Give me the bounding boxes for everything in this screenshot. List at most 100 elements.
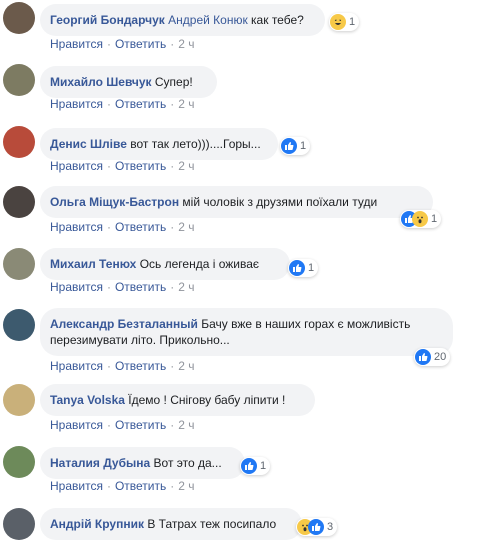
separator: · bbox=[106, 220, 111, 234]
reaction-count: 1 bbox=[349, 16, 356, 28]
comment-author[interactable]: Наталия Дубына bbox=[50, 456, 150, 470]
comment-text: как тебе? bbox=[251, 13, 304, 27]
reply-link[interactable]: Ответить bbox=[115, 479, 166, 493]
reply-link[interactable]: Ответить bbox=[115, 159, 166, 173]
comment-text: Їдемо ! Снігову бабу ліпити ! bbox=[128, 393, 286, 407]
reaction-count: 1 bbox=[300, 140, 307, 152]
comment-bubble: Наталия Дубына Вот это да... bbox=[40, 447, 245, 479]
avatar[interactable] bbox=[3, 309, 35, 341]
avatar[interactable] bbox=[3, 248, 35, 280]
reaction-summary[interactable]: 3 bbox=[296, 518, 338, 536]
avatar[interactable] bbox=[3, 384, 35, 416]
avatar[interactable] bbox=[3, 508, 35, 540]
separator: · bbox=[106, 479, 111, 493]
reaction-summary[interactable]: 1 bbox=[329, 13, 360, 31]
haha-reaction-icon bbox=[330, 14, 346, 30]
like-reaction-icon bbox=[415, 349, 431, 365]
comment-bubble: Михаил Тенюх Ось легенда і оживає bbox=[40, 248, 290, 280]
reaction-count: 3 bbox=[327, 521, 334, 533]
avatar[interactable] bbox=[3, 64, 35, 96]
comment-bubble: Денис Шліве вот так лето)))....Горы... bbox=[40, 128, 278, 160]
comment-author[interactable]: Михайло Шевчук bbox=[50, 75, 152, 89]
separator: · bbox=[106, 97, 111, 111]
like-link[interactable]: Нравится bbox=[50, 97, 103, 111]
separator: · bbox=[170, 159, 175, 173]
reaction-summary[interactable]: 1 bbox=[240, 457, 271, 475]
comment-actions: Нравится · Ответить · 2 ч bbox=[50, 220, 195, 234]
reply-link[interactable]: Ответить bbox=[115, 220, 166, 234]
comment-time[interactable]: 2 ч bbox=[178, 37, 194, 51]
comment-time[interactable]: 2 ч bbox=[178, 159, 194, 173]
comment-actions: Нравится · Ответить · 2 ч bbox=[50, 97, 195, 111]
comment-text: вот так лето)))....Горы... bbox=[130, 137, 261, 151]
reaction-count: 20 bbox=[434, 351, 447, 363]
comment-text: В Татрах теж посипало bbox=[147, 517, 277, 531]
reply-link[interactable]: Ответить bbox=[115, 37, 166, 51]
avatar[interactable] bbox=[3, 186, 35, 218]
comment-author[interactable]: Ольга Міщук-Бастрон bbox=[50, 195, 179, 209]
comment-actions: Нравится · Ответить · 2 ч bbox=[50, 37, 195, 51]
comment-bubble: Ольга Міщук-Бастрон мій чоловік з друзям… bbox=[40, 186, 433, 218]
comment-time[interactable]: 2 ч bbox=[178, 97, 194, 111]
like-link[interactable]: Нравится bbox=[50, 280, 103, 294]
comment-bubble: Александр Безталанный Бачу вже в наших г… bbox=[40, 308, 453, 356]
reaction-count: 1 bbox=[431, 213, 438, 225]
like-link[interactable]: Нравится bbox=[50, 418, 103, 432]
avatar[interactable] bbox=[3, 126, 35, 158]
reaction-summary[interactable]: 1 bbox=[288, 259, 319, 277]
comment-text: Вот это да... bbox=[153, 456, 222, 470]
separator: · bbox=[170, 220, 175, 234]
comment-bubble: Георгий Бондарчук Андрей Конюк как тебе? bbox=[40, 4, 325, 36]
like-reaction-icon bbox=[308, 519, 324, 535]
reply-link[interactable]: Ответить bbox=[115, 359, 166, 373]
reply-link[interactable]: Ответить bbox=[115, 418, 166, 432]
comment-actions: Нравится · Ответить · 2 ч bbox=[50, 280, 195, 294]
like-reaction-icon bbox=[281, 138, 297, 154]
comment-actions: Нравится · Ответить · 2 ч bbox=[50, 159, 195, 173]
reaction-count: 1 bbox=[260, 460, 267, 472]
comment-author[interactable]: Михаил Тенюх bbox=[50, 257, 136, 271]
comment-author[interactable]: Андрій Крупник bbox=[50, 517, 144, 531]
comment-time[interactable]: 2 ч bbox=[178, 418, 194, 432]
like-link[interactable]: Нравится bbox=[50, 37, 103, 51]
avatar[interactable] bbox=[3, 2, 35, 34]
separator: · bbox=[170, 280, 175, 294]
comment-author[interactable]: Александр Безталанный bbox=[50, 317, 198, 331]
comment-author[interactable]: Георгий Бондарчук bbox=[50, 13, 165, 27]
comment-actions: Нравится · Ответить · 2 ч bbox=[50, 479, 195, 493]
separator: · bbox=[170, 37, 175, 51]
separator: · bbox=[170, 359, 175, 373]
comment-time[interactable]: 2 ч bbox=[178, 220, 194, 234]
reply-link[interactable]: Ответить bbox=[115, 97, 166, 111]
comment-actions: Нравится · Ответить · 2 ч bbox=[50, 359, 195, 373]
comment-author[interactable]: Денис Шліве bbox=[50, 137, 127, 151]
comment-text: Ось легенда і оживає bbox=[139, 257, 260, 271]
comment-time[interactable]: 2 ч bbox=[178, 359, 194, 373]
reaction-summary[interactable]: 1 bbox=[280, 137, 311, 155]
like-link[interactable]: Нравится bbox=[50, 359, 103, 373]
comment-bubble: Михайло Шевчук Супер! bbox=[40, 66, 217, 98]
reaction-summary[interactable]: 1 bbox=[400, 210, 442, 228]
separator: · bbox=[170, 479, 175, 493]
separator: · bbox=[106, 159, 111, 173]
tagged-user[interactable]: Андрей Конюк bbox=[168, 13, 248, 27]
like-reaction-icon bbox=[289, 260, 305, 276]
separator: · bbox=[170, 97, 175, 111]
wow-reaction-icon bbox=[412, 211, 428, 227]
like-link[interactable]: Нравится bbox=[50, 479, 103, 493]
comment-actions: Нравится · Ответить · 2 ч bbox=[50, 418, 195, 432]
comment-bubble: Андрій Крупник В Татрах теж посипало bbox=[40, 508, 302, 540]
comment-text: мій чоловік з друзями поїхали туди bbox=[182, 195, 378, 209]
separator: · bbox=[106, 280, 111, 294]
comment-time[interactable]: 2 ч bbox=[178, 280, 194, 294]
reaction-summary[interactable]: 20 bbox=[414, 348, 451, 366]
like-link[interactable]: Нравится bbox=[50, 159, 103, 173]
avatar[interactable] bbox=[3, 446, 35, 478]
like-link[interactable]: Нравится bbox=[50, 220, 103, 234]
separator: · bbox=[170, 418, 175, 432]
separator: · bbox=[106, 359, 111, 373]
reply-link[interactable]: Ответить bbox=[115, 280, 166, 294]
comment-author[interactable]: Tanya Volska bbox=[50, 393, 125, 407]
comment-time[interactable]: 2 ч bbox=[178, 479, 194, 493]
separator: · bbox=[106, 418, 111, 432]
